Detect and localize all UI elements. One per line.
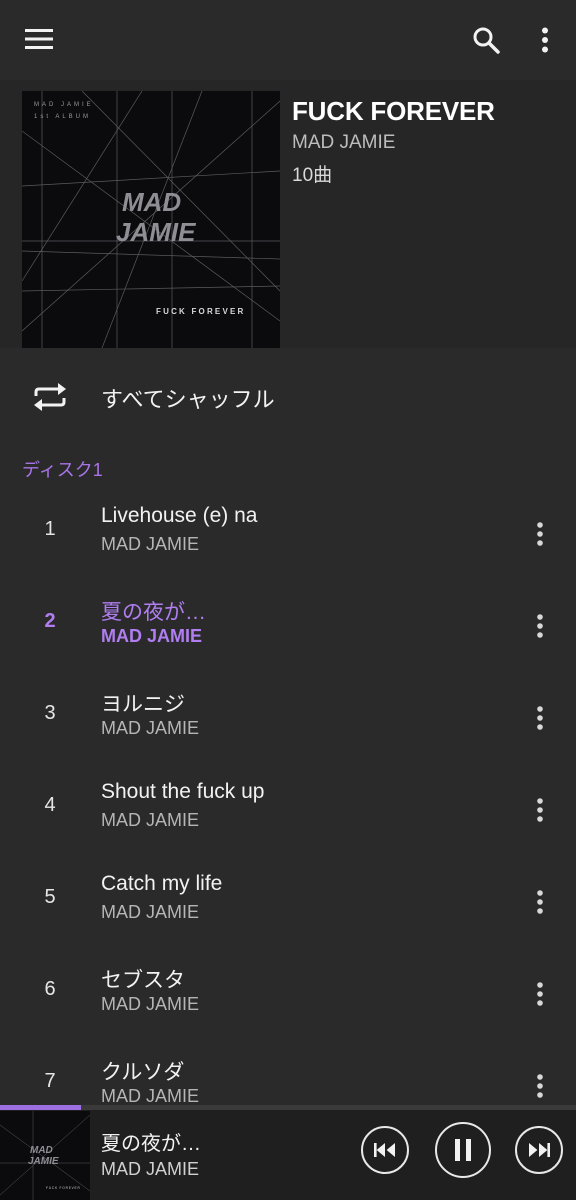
track-title: Shout the fuck up xyxy=(101,780,265,803)
pause-button[interactable] xyxy=(435,1122,491,1178)
track-more-button[interactable] xyxy=(524,606,556,646)
album-cover[interactable]: MAD JAMIE MAD JAMIE 1st ALBUM FUCK FOREV… xyxy=(22,91,280,348)
pause-icon xyxy=(455,1139,471,1161)
overflow-menu-button[interactable] xyxy=(530,22,560,58)
more-vert-icon xyxy=(537,1074,543,1098)
album-header: MAD JAMIE MAD JAMIE 1st ALBUM FUCK FOREV… xyxy=(0,80,576,348)
shuffle-all-label: すべてシャッフル xyxy=(101,387,275,412)
mini-player[interactable]: MAD JAMIE FUCK FOREVER 夏の夜が… MAD JAMIE xyxy=(0,1105,576,1200)
track-more-button[interactable] xyxy=(524,974,556,1014)
disc-header: ディスク1 xyxy=(22,460,103,480)
track-title: Livehouse (e) na xyxy=(101,504,258,527)
next-button[interactable] xyxy=(515,1126,563,1174)
track-number: 5 xyxy=(44,886,56,908)
cover-art: MAD JAMIE MAD JAMIE 1st ALBUM FUCK FOREV… xyxy=(22,91,280,348)
playback-progress-fill xyxy=(0,1105,81,1110)
track-more-button[interactable] xyxy=(524,790,556,830)
track-count: 10曲 xyxy=(292,165,333,186)
track-more-button[interactable] xyxy=(524,698,556,738)
more-vert-icon xyxy=(537,522,543,546)
album-title: FUCK FOREVER xyxy=(292,96,495,126)
track-artist: MAD JAMIE xyxy=(101,994,200,1014)
track-title: ヨルニジ xyxy=(101,693,185,716)
album-artist[interactable]: MAD JAMIE xyxy=(292,132,395,154)
shuffle-all-button[interactable]: すべてシャッフル xyxy=(0,350,576,442)
track-number: 7 xyxy=(44,1070,56,1092)
svg-text:JAMIE: JAMIE xyxy=(116,217,196,247)
search-button[interactable] xyxy=(468,22,504,58)
track-row[interactable]: 3 ヨルニジ MAD JAMIE xyxy=(0,674,576,766)
track-row[interactable]: 4 Shout the fuck up MAD JAMIE xyxy=(0,766,576,858)
svg-text:MAD JAMIE: MAD JAMIE xyxy=(34,102,94,108)
more-vert-icon xyxy=(537,890,543,914)
more-vert-icon xyxy=(542,27,548,53)
track-artist: MAD JAMIE xyxy=(101,810,200,830)
svg-text:MAD: MAD xyxy=(30,1145,53,1156)
track-artist: MAD JAMIE xyxy=(101,902,200,922)
track-more-button[interactable] xyxy=(524,1066,556,1106)
previous-button[interactable] xyxy=(361,1126,409,1174)
more-vert-icon xyxy=(537,982,543,1006)
now-playing-title: 夏の夜が… xyxy=(101,1133,201,1155)
track-title: Catch my life xyxy=(101,872,223,895)
track-artist: MAD JAMIE xyxy=(101,626,203,646)
svg-text:1st ALBUM: 1st ALBUM xyxy=(34,114,91,120)
svg-text:JAMIE: JAMIE xyxy=(28,1156,59,1167)
track-row-now-playing[interactable]: 2 夏の夜が… MAD JAMIE xyxy=(0,582,576,674)
track-number: 2 xyxy=(44,610,56,632)
track-row[interactable]: 1 Livehouse (e) na MAD JAMIE xyxy=(0,490,576,582)
search-icon xyxy=(473,27,500,54)
track-number: 3 xyxy=(44,702,56,724)
mini-player-cover[interactable]: MAD JAMIE FUCK FOREVER xyxy=(0,1111,90,1200)
svg-text:FUCK FOREVER: FUCK FOREVER xyxy=(46,1186,81,1190)
next-icon xyxy=(529,1143,550,1157)
track-more-button[interactable] xyxy=(524,882,556,922)
more-vert-icon xyxy=(537,798,543,822)
top-app-bar xyxy=(0,0,576,80)
mini-cover-art: MAD JAMIE FUCK FOREVER xyxy=(0,1111,90,1200)
track-artist: MAD JAMIE xyxy=(101,718,200,738)
track-artist: MAD JAMIE xyxy=(101,1086,200,1106)
now-playing-artist: MAD JAMIE xyxy=(101,1159,200,1179)
shuffle-repeat-icon xyxy=(34,383,66,411)
previous-icon xyxy=(374,1143,395,1157)
playback-progress-bar[interactable] xyxy=(0,1105,576,1110)
track-title: セブスタ xyxy=(101,969,185,992)
more-vert-icon xyxy=(537,614,543,638)
track-more-button[interactable] xyxy=(524,514,556,554)
menu-icon xyxy=(25,29,53,49)
more-vert-icon xyxy=(537,706,543,730)
track-number: 6 xyxy=(44,978,56,1000)
track-number: 1 xyxy=(44,518,56,540)
menu-button[interactable] xyxy=(22,22,56,56)
track-title: 夏の夜が… xyxy=(101,601,206,624)
svg-text:MAD: MAD xyxy=(122,187,181,217)
svg-text:FUCK FOREVER: FUCK FOREVER xyxy=(156,307,246,316)
track-row[interactable]: 5 Catch my life MAD JAMIE xyxy=(0,858,576,950)
track-row[interactable]: 6 セブスタ MAD JAMIE xyxy=(0,950,576,1042)
track-artist: MAD JAMIE xyxy=(101,534,200,554)
track-title: クルソダ xyxy=(101,1061,185,1084)
track-number: 4 xyxy=(44,794,56,816)
